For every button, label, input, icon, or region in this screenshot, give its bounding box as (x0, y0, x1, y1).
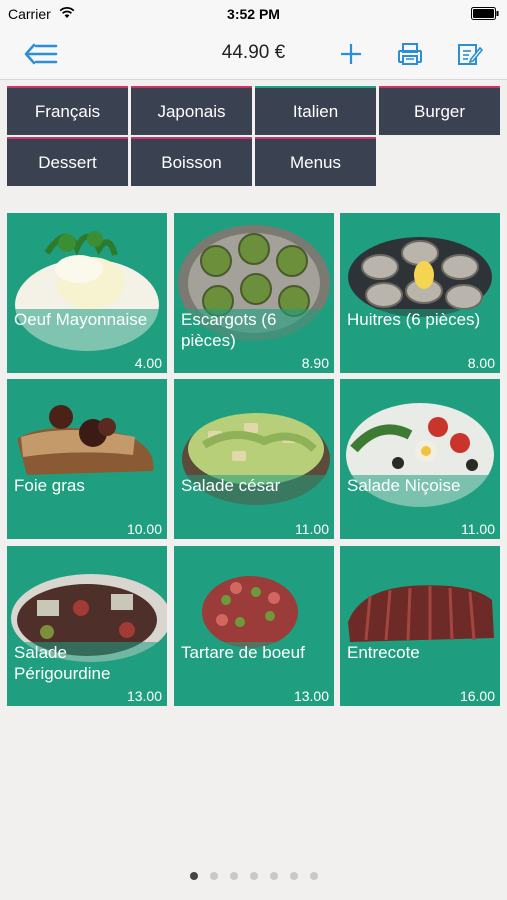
page-dot[interactable] (269, 872, 278, 880)
tab-boisson[interactable]: Boisson (131, 137, 252, 186)
dish-price: 8.90 (301, 355, 329, 371)
page-dot[interactable] (249, 872, 258, 880)
dish-tile-escargots[interactable]: Escargots (6 pièces) 8.90 (174, 213, 334, 373)
dish-price: 11.00 (295, 521, 329, 537)
plus-icon (341, 44, 361, 64)
tab-menus[interactable]: Menus (255, 137, 376, 186)
dish-price: 8.00 (467, 355, 495, 371)
dish-name: Escargots (6 pièces) (181, 310, 277, 350)
tab-label: Italien (292, 101, 339, 121)
dish-name: Salade Périgourdine (14, 643, 111, 683)
printer-icon (398, 43, 422, 65)
beef-tartare-image (174, 576, 334, 706)
dish-tile-tartare-de-boeuf[interactable]: Tartare de boeuf 13.00 (174, 546, 334, 706)
tab-label: Burger (413, 101, 466, 121)
dish-name: Oeuf Mayonnaise (14, 310, 148, 329)
dish-price: 4.00 (134, 355, 162, 371)
caesar-salad-image (174, 413, 334, 539)
dish-tile-foie-gras[interactable]: Foie gras 10.00 (7, 379, 167, 539)
page-dot[interactable] (209, 872, 218, 880)
page-control (0, 872, 507, 880)
oysters-image (340, 237, 500, 373)
page-dot[interactable] (229, 872, 238, 880)
dish-tile-entrecote[interactable]: Entrecote 16.00 (340, 546, 500, 706)
dish-price: 13.00 (126, 688, 162, 704)
dish-price: 11.00 (461, 521, 495, 537)
order-total: 44.90 € (221, 42, 286, 63)
dish-tile-oeuf-mayonnaise[interactable]: Oeuf Mayonnaise 4.00 (7, 213, 167, 373)
dish-price: 16.00 (459, 688, 495, 704)
egg-mayonnaise-image (7, 231, 167, 373)
dish-name: Tartare de boeuf (181, 643, 305, 662)
tab-label: Dessert (38, 152, 97, 172)
dish-name: Foie gras (14, 476, 85, 495)
foie-gras-image (7, 405, 167, 539)
tab-burger[interactable]: Burger (379, 86, 500, 135)
dish-name: Salade Niçoise (347, 476, 461, 495)
add-button[interactable] (334, 38, 368, 70)
dish-price: 13.00 (293, 688, 329, 704)
nicoise-salad-image (340, 403, 500, 539)
tab-label: Boisson (161, 152, 222, 172)
print-button[interactable] (393, 38, 427, 70)
navigation-bar: 44.90 € (0, 28, 507, 80)
dish-tile-salade-perigourdine[interactable]: Salade Périgourdine 13.00 (7, 546, 167, 706)
page-dot[interactable] (309, 872, 318, 880)
entrecote-image (340, 585, 500, 706)
tab-label: Japonais (157, 101, 226, 121)
edit-button[interactable] (453, 38, 487, 70)
dish-tile-huitres[interactable]: Huitres (6 pièces) 8.00 (340, 213, 500, 373)
dish-name: Salade césar (181, 476, 281, 495)
tab-italien[interactable]: Italien (255, 86, 376, 135)
tab-label: Français (34, 101, 101, 121)
page-dot[interactable] (189, 872, 198, 880)
battery-icon (471, 7, 499, 20)
dish-tile-salade-nicoise[interactable]: Salade Niçoise 11.00 (340, 379, 500, 539)
tab-japonais[interactable]: Japonais (131, 86, 252, 135)
dish-name: Huitres (6 pièces) (347, 310, 481, 329)
page-dot[interactable] (289, 872, 298, 880)
status-bar: Carrier 3:52 PM (0, 0, 507, 28)
tab-francais[interactable]: Français (7, 86, 128, 135)
clock: 3:52 PM (227, 6, 280, 22)
compose-icon (458, 44, 483, 65)
dish-price: 10.00 (126, 521, 162, 537)
tab-dessert[interactable]: Dessert (7, 137, 128, 186)
tab-label: Menus (289, 152, 342, 172)
dish-tile-salade-cesar[interactable]: Salade césar 11.00 (174, 379, 334, 539)
dish-name: Entrecote (347, 643, 420, 662)
